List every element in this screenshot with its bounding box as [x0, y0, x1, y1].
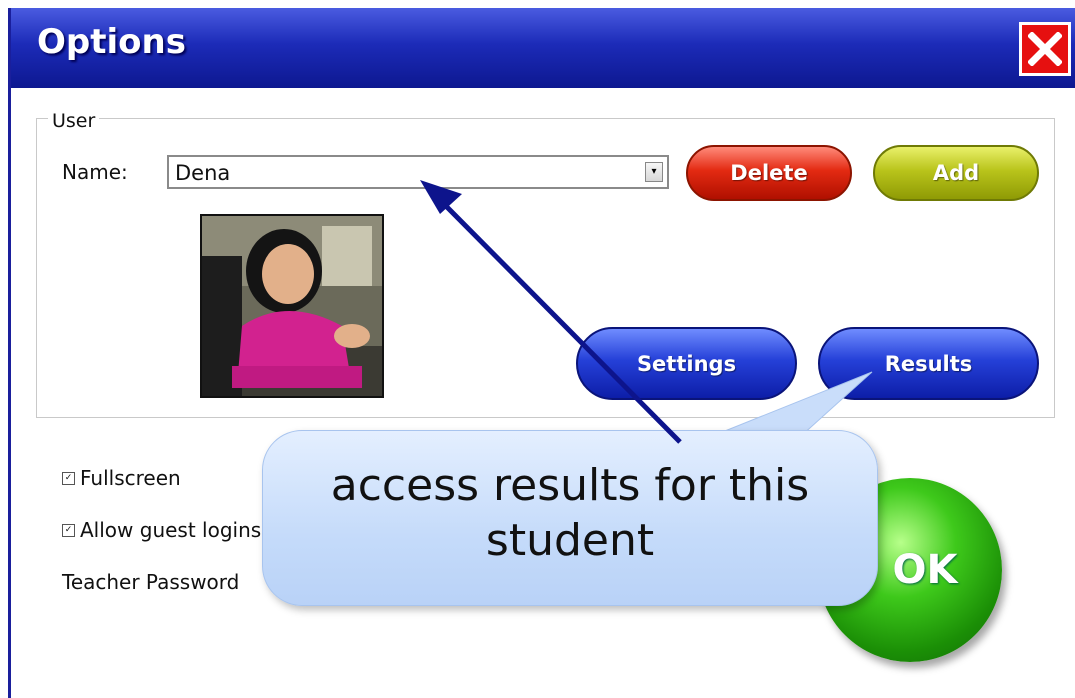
- arrow-annotation: [420, 180, 682, 444]
